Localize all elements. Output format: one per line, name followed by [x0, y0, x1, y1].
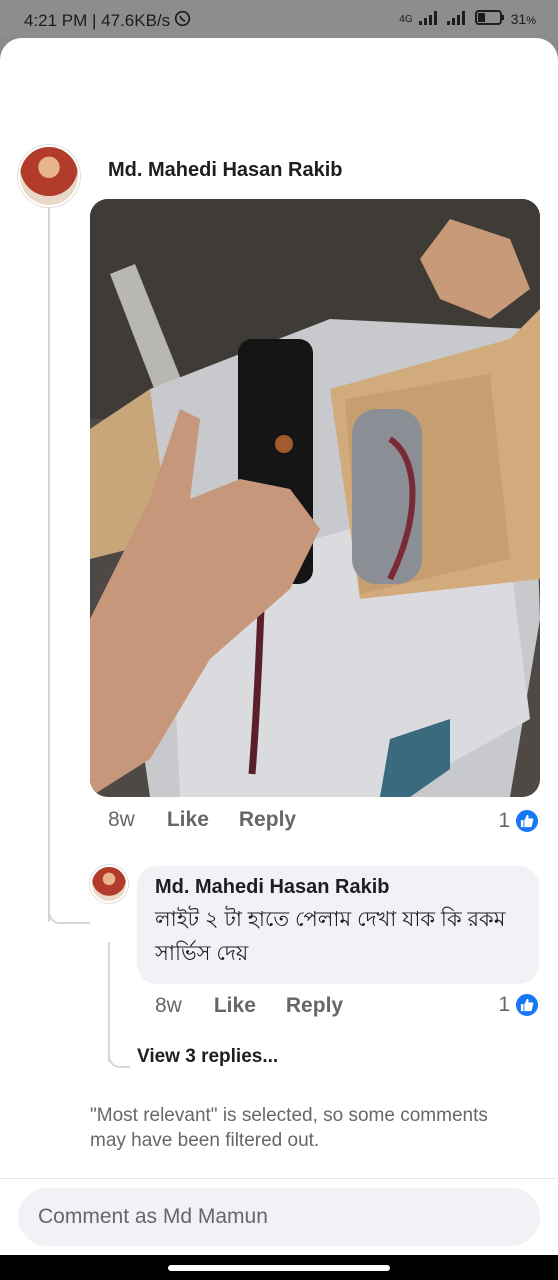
comment-time[interactable]: 8w [108, 808, 135, 832]
view-replies-link[interactable]: View 3 replies... [137, 1046, 278, 1068]
comment-actions: 8w Like Reply [108, 808, 296, 832]
home-gesture-bar[interactable] [168, 1265, 390, 1271]
battery-level: 31% [510, 11, 536, 27]
reply-thread-line [108, 942, 110, 1062]
thread-connector [48, 906, 90, 924]
whatsapp-icon [174, 10, 191, 32]
filter-note: "Most relevant" is selected, so some com… [90, 1105, 488, 1151]
status-bar: 4:21 PM | 47.6KB/s 4G 31% [0, 0, 558, 38]
status-right: 4G 31% [399, 10, 536, 28]
status-left: 4:21 PM | 47.6KB/s [24, 10, 191, 32]
thread-line [48, 206, 50, 922]
like-button[interactable]: Like [167, 808, 209, 832]
comment-input[interactable] [38, 1205, 520, 1229]
reply-reaction-count[interactable]: 1 [498, 992, 540, 1018]
reply-bubble[interactable]: Md. Mahedi Hasan Rakib লাইট ২ টা হাতে পে… [137, 866, 539, 984]
like-thumb-icon [514, 992, 540, 1018]
reply-actions: 8w Like Reply [155, 994, 343, 1018]
signal-icon [418, 10, 441, 28]
comment-author[interactable]: Md. Mahedi Hasan Rakib [108, 159, 343, 182]
reply-time[interactable]: 8w [155, 994, 182, 1018]
reaction-count-number: 1 [498, 809, 510, 832]
reply-reply-button[interactable]: Reply [286, 994, 343, 1018]
reply-reaction-count-number: 1 [498, 993, 510, 1016]
comment-input-box[interactable] [18, 1188, 540, 1246]
reply-button[interactable]: Reply [239, 808, 296, 832]
comment-photo[interactable] [90, 199, 540, 797]
reply-avatar[interactable] [90, 865, 128, 903]
divider [0, 1178, 558, 1179]
reply-like-button[interactable]: Like [214, 994, 256, 1018]
reply-author[interactable]: Md. Mahedi Hasan Rakib [155, 876, 521, 899]
battery-icon [474, 10, 505, 28]
status-time-speed: 4:21 PM | 47.6KB/s [24, 11, 171, 30]
reaction-count[interactable]: 1 [498, 808, 540, 834]
navigation-bar [0, 1255, 558, 1280]
reply-thread-connector [108, 1050, 130, 1068]
signal-icon-2 [446, 10, 469, 28]
like-thumb-icon [514, 808, 540, 834]
reply-text: লাইট ২ টা হাতে পেলাম দেখা যাক কি রকম সার… [155, 908, 506, 965]
comments-sheet: Md. Mahedi Hasan Rakib 8w Like Reply 1 M… [0, 38, 558, 1255]
network-type: 4G [399, 13, 413, 25]
avatar[interactable] [18, 145, 80, 207]
